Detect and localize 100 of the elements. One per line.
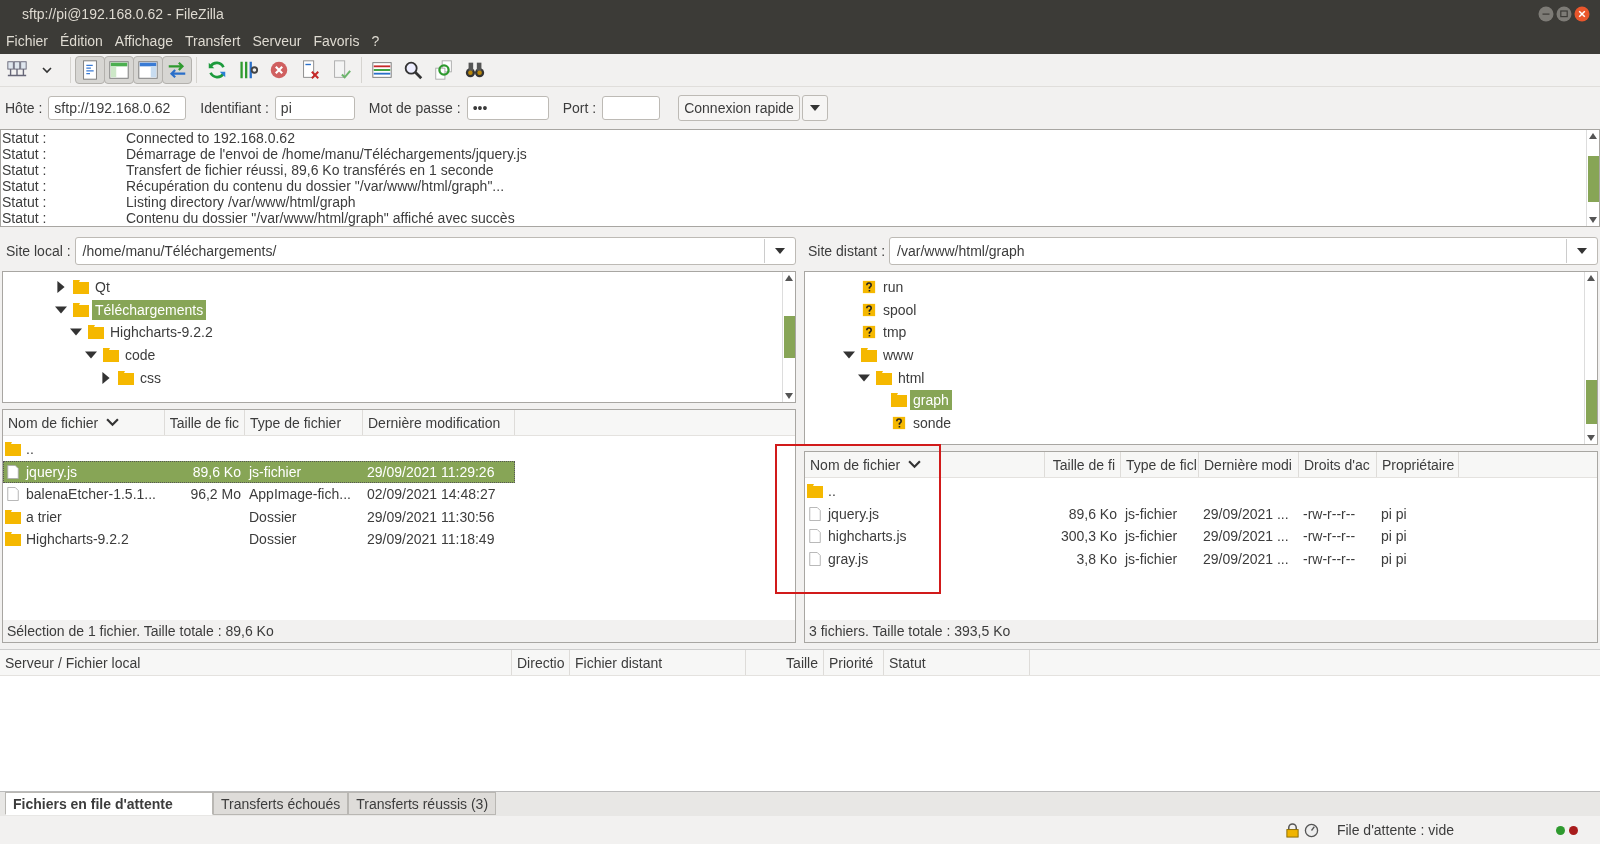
dropdown-button[interactable]	[801, 95, 828, 121]
tree-item[interactable]: sonde	[910, 412, 955, 433]
scrollbar[interactable]	[782, 272, 795, 402]
file-name: jquery.js	[828, 505, 880, 522]
file-row[interactable]: ..	[3, 438, 515, 461]
folder-icon	[876, 370, 892, 385]
column-header[interactable]: Serveur / Fichier local	[0, 650, 512, 675]
column-header[interactable]: Fichier distant	[570, 650, 746, 675]
menu-item[interactable]: Favoris	[307, 32, 366, 49]
file-row[interactable]: highcharts.js 300,3 Ko js-fichier 29/09/2021 ... -rw-r--r-- pi pi	[805, 525, 1459, 548]
folder-icon	[861, 348, 877, 363]
menu-item[interactable]: Affichage	[108, 32, 179, 49]
log-message: Connected to 192.168.0.62	[126, 130, 295, 146]
path-field[interactable]: /home/manu/Téléchargements/	[74, 237, 796, 265]
collapsed-arrow-icon[interactable]	[100, 371, 112, 384]
file-size: 89,6 Ko	[1068, 505, 1117, 522]
file-icon	[807, 529, 823, 544]
column-header[interactable]: Type de ficl	[1121, 452, 1199, 477]
scrollbar[interactable]	[1586, 130, 1599, 226]
search-icon[interactable]	[402, 59, 424, 81]
column-header[interactable]: Nom de fichier	[3, 410, 165, 435]
caret-icon[interactable]	[1577, 248, 1587, 254]
site-label: Site distant :	[808, 243, 886, 259]
file-name: gray.js	[828, 550, 869, 567]
tree-item[interactable]: css	[137, 367, 164, 388]
scroll-down-icon[interactable]	[785, 393, 793, 399]
tab[interactable]: Fichiers en file d'attente	[5, 792, 213, 815]
scroll-up-icon[interactable]	[1587, 275, 1595, 281]
column-header[interactable]: Type de fichier	[245, 410, 363, 435]
caret-icon[interactable]	[775, 248, 785, 254]
column-header[interactable]: Propriétaire	[1377, 452, 1459, 477]
collapsed-arrow-icon[interactable]	[55, 281, 67, 294]
input-field[interactable]: sftp://192.168.0.62	[48, 96, 187, 120]
column-header[interactable]: Droits d'ac	[1299, 452, 1377, 477]
menu-item[interactable]: Fichier	[0, 32, 54, 49]
tree-item[interactable]: www	[880, 345, 917, 366]
refresh-icon[interactable]	[206, 59, 228, 81]
modified-date: 29/09/2021 11:29:26	[367, 463, 495, 480]
modified-date: 29/09/2021 ...	[1203, 550, 1289, 567]
minimize-icon[interactable]	[1538, 5, 1554, 22]
file-row[interactable]: gray.js 3,8 Ko js-fichier 29/09/2021 ... -rw-r--r-- pi pi	[805, 547, 1459, 570]
tree-item[interactable]: Qt	[92, 277, 113, 298]
column-header[interactable]: Directio	[512, 650, 570, 675]
expanded-arrow-icon[interactable]	[858, 371, 870, 384]
tab[interactable]: Transferts réussis (3)	[348, 792, 497, 815]
scrollbar[interactable]	[1584, 272, 1597, 444]
input-field[interactable]: pi	[274, 96, 355, 120]
transfer-queue-toggle[interactable]	[162, 56, 192, 84]
input-field[interactable]: •••	[466, 96, 549, 120]
tree-item[interactable]: code	[122, 345, 159, 366]
cancel-icon[interactable]	[268, 59, 290, 81]
column-header[interactable]: Dernière modi	[1199, 452, 1299, 477]
file-row[interactable]: Highcharts-9.2.2 Dossier 29/09/2021 11:18:49	[3, 528, 515, 551]
tree-item[interactable]: html	[895, 367, 928, 388]
column-header[interactable]: Dernière modification	[363, 410, 515, 435]
path-field[interactable]: /var/www/html/graph	[889, 237, 1598, 265]
caret-icon[interactable]	[41, 64, 53, 76]
tree-item[interactable]: spool	[880, 299, 920, 320]
sort-caret-icon	[106, 418, 120, 427]
scroll-down-icon[interactable]	[1587, 435, 1595, 441]
file-name: ..	[828, 483, 836, 500]
directory-listing-icon[interactable]	[371, 59, 393, 81]
quickconnect-button[interactable]: Connexion rapide	[678, 95, 800, 121]
column-header[interactable]: Nom de fichier	[805, 452, 1045, 477]
tree-item[interactable]: tmp	[880, 322, 910, 343]
scroll-thumb[interactable]	[783, 316, 795, 358]
filter-icon[interactable]	[237, 59, 259, 81]
message-log-toggle[interactable]	[75, 56, 105, 84]
file-row[interactable]: balenaEtcher-1.5.1... 96,2 Mo AppImage-fich... 02/09/2021 14:48:27	[3, 483, 515, 506]
input-field[interactable]	[602, 96, 661, 120]
file-row[interactable]: jquery.js 89,6 Ko js-fichier 29/09/2021 ... -rw-r--r-- pi pi	[805, 502, 1459, 525]
scroll-thumb[interactable]	[1585, 380, 1597, 424]
column-header[interactable]: Taille de fic	[165, 410, 245, 435]
folder-icon	[807, 484, 823, 499]
tree-item[interactable]: Highcharts-9.2.2	[107, 322, 216, 343]
scroll-thumb[interactable]	[1587, 156, 1599, 202]
scroll-up-icon[interactable]	[785, 275, 793, 281]
menu-item[interactable]: Transfert	[178, 32, 247, 49]
menu-item[interactable]: Édition	[54, 32, 109, 49]
remote-tree-toggle[interactable]	[133, 56, 163, 84]
close-icon[interactable]	[1574, 5, 1590, 22]
column-header[interactable]: Taille	[746, 650, 824, 675]
folder-icon	[5, 509, 21, 524]
column-header[interactable]: Priorité	[824, 650, 884, 675]
sync-icon[interactable]	[433, 59, 455, 81]
tab[interactable]: Transferts échoués	[213, 792, 349, 815]
local-tree-toggle[interactable]	[104, 56, 134, 84]
menu-item[interactable]: Serveur	[246, 32, 308, 49]
transfer-arrows-icon	[166, 59, 188, 81]
column-header[interactable]: Statut	[884, 650, 1030, 675]
expanded-arrow-icon[interactable]	[55, 303, 67, 316]
menu-item[interactable]: ?	[365, 32, 386, 49]
file-row[interactable]: ..	[805, 480, 1459, 503]
tree-item[interactable]: run	[880, 277, 907, 298]
scroll-down-icon[interactable]	[1589, 217, 1597, 223]
scroll-up-icon[interactable]	[1589, 133, 1597, 139]
file-row[interactable]: a trier Dossier 29/09/2021 11:30:56	[3, 505, 515, 528]
modified-date: 29/09/2021 11:18:49	[367, 531, 495, 548]
column-header[interactable]: Taille de fi	[1045, 452, 1121, 477]
site-label: Site local :	[6, 243, 71, 259]
